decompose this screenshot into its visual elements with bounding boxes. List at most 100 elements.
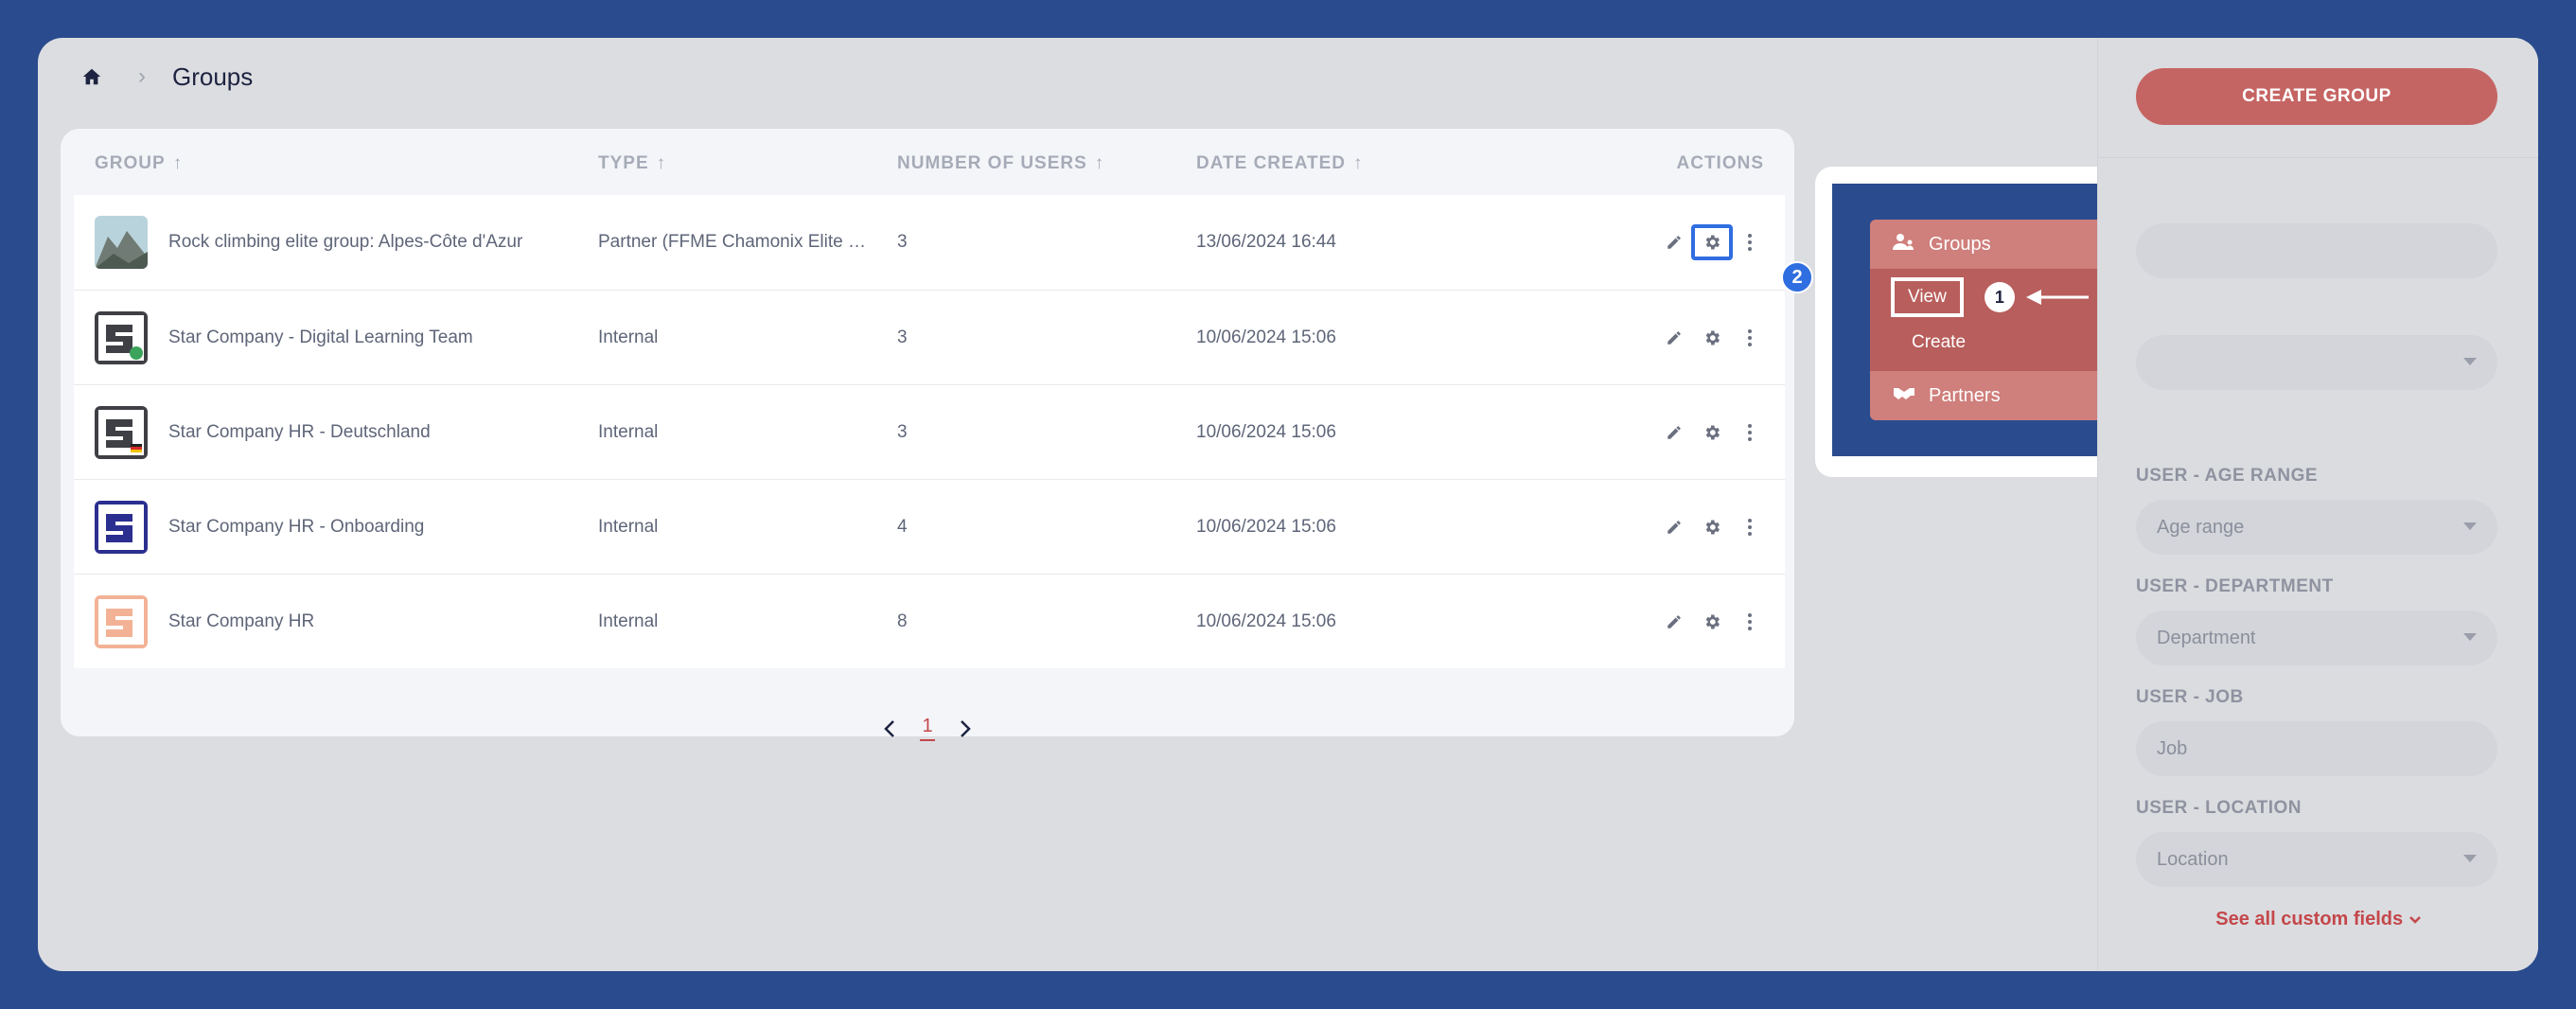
group-users-count: 3 [897, 422, 908, 442]
page-title: Groups [172, 62, 254, 91]
group-users-count: 8 [897, 611, 908, 631]
settings-gear-icon[interactable] [1702, 422, 1722, 443]
chevron-down-icon [2408, 909, 2422, 929]
table-body: Rock climbing elite group: Alpes-Côte d'… [74, 195, 1785, 668]
filter-select-location[interactable]: Location [2136, 832, 2497, 887]
group-date-created: 10/06/2024 15:06 [1196, 327, 1336, 347]
group-thumbnail-mountain [95, 216, 148, 269]
settings-gear-icon[interactable] [1702, 517, 1722, 538]
group-thumbnail-star-logo [95, 311, 148, 364]
group-users-count: 3 [897, 327, 908, 347]
group-type: Internal [598, 517, 659, 537]
filter-label-age: USER - AGE RANGE [2136, 466, 2319, 486]
column-header-group[interactable]: GROUP ↑ [95, 153, 183, 174]
settings-gear-icon[interactable] [1691, 224, 1733, 260]
create-group-button[interactable]: CREATE GROUP [2136, 68, 2497, 125]
column-header-label: GROUP [95, 153, 166, 173]
filter-input-job[interactable]: Job [2136, 721, 2497, 776]
row-actions [1664, 195, 1760, 290]
see-all-label: See all custom fields [2215, 909, 2404, 929]
filter-select-1[interactable] [2136, 335, 2497, 390]
group-date-created: 10/06/2024 15:06 [1196, 422, 1336, 442]
group-thumbnail-star-logo [95, 406, 148, 459]
column-header-date[interactable]: DATE CREATED ↑ [1196, 153, 1364, 174]
app-window: › Groups GROUP ↑ TYPE ↑ NUMBER OF USERS … [38, 38, 2538, 971]
table-row[interactable]: Star Company HR - Onboarding Internal 4 … [74, 479, 1785, 574]
row-actions [1664, 575, 1760, 669]
group-thumbnail-star-logo [95, 501, 148, 554]
sort-arrow-icon: ↑ [656, 153, 667, 173]
home-icon[interactable] [79, 64, 104, 89]
more-vertical-icon[interactable] [1739, 327, 1760, 348]
placeholder: Age range [2157, 517, 2245, 538]
panel-divider [2098, 157, 2538, 158]
column-header-users[interactable]: NUMBER OF USERS ↑ [897, 153, 1104, 174]
chevron-right-icon[interactable] [956, 719, 975, 738]
filter-panel: CREATE GROUP USER - AGE RANGE Age range … [2097, 38, 2538, 971]
pagination: 1 [61, 716, 1794, 741]
see-all-custom-fields-link[interactable]: See all custom fields [2098, 909, 2538, 930]
group-date-created: 13/06/2024 16:44 [1196, 232, 1336, 252]
users-group-icon [1893, 232, 1915, 257]
group-name[interactable]: Star Company - Digital Learning Team [168, 291, 473, 385]
filter-select-age[interactable]: Age range [2136, 500, 2497, 555]
sort-arrow-icon: ↑ [1094, 153, 1105, 173]
group-name[interactable]: Rock climbing elite group: Alpes-Côte d'… [168, 195, 522, 290]
page-number-current[interactable]: 1 [920, 716, 935, 741]
dropdown-caret-icon [2463, 633, 2477, 641]
more-vertical-icon[interactable] [1739, 611, 1760, 632]
breadcrumb-separator-icon: › [138, 63, 146, 89]
placeholder: Department [2157, 628, 2256, 648]
table-header: GROUP ↑ TYPE ↑ NUMBER OF USERS ↑ DATE CR… [74, 129, 1785, 195]
table-row[interactable]: Star Company HR Internal 8 10/06/2024 15… [74, 574, 1785, 668]
breadcrumb: › Groups [79, 61, 253, 93]
groups-table-card: GROUP ↑ TYPE ↑ NUMBER OF USERS ↑ DATE CR… [61, 129, 1813, 741]
settings-gear-icon[interactable] [1702, 611, 1722, 632]
row-actions [1664, 385, 1760, 480]
more-vertical-icon[interactable] [1739, 422, 1760, 443]
edit-pencil-icon[interactable] [1664, 517, 1685, 538]
placeholder: Job [2157, 738, 2188, 759]
menu-item-create-label: Create [1912, 332, 1967, 352]
row-actions [1664, 291, 1760, 385]
more-vertical-icon[interactable] [1739, 232, 1760, 253]
dropdown-caret-icon [2463, 522, 2477, 530]
column-header-type[interactable]: TYPE ↑ [598, 153, 666, 174]
column-header-label: DATE CREATED [1196, 153, 1347, 173]
more-vertical-icon[interactable] [1739, 517, 1760, 538]
filter-label-location: USER - LOCATION [2136, 798, 2302, 818]
handshake-icon [1893, 384, 1915, 407]
column-header-actions: ACTIONS [1677, 153, 1765, 174]
dropdown-caret-icon [2463, 358, 2477, 365]
filter-input-search[interactable] [2136, 223, 2497, 278]
step-1-badge: 1 [1984, 282, 2015, 312]
filter-label-department: USER - DEPARTMENT [2136, 576, 2334, 596]
arrow-left-icon [2024, 288, 2091, 307]
sort-arrow-icon: ↑ [172, 153, 184, 173]
group-name[interactable]: Star Company HR [168, 575, 314, 669]
chevron-left-icon[interactable] [880, 719, 899, 738]
menu-item-view-label: View [1891, 277, 1964, 317]
table-row[interactable]: Star Company - Digital Learning Team Int… [74, 290, 1785, 384]
column-header-label: ACTIONS [1676, 153, 1764, 173]
table-row[interactable]: Rock climbing elite group: Alpes-Côte d'… [74, 195, 1785, 290]
sort-arrow-icon: ↑ [1353, 153, 1364, 173]
group-date-created: 10/06/2024 15:06 [1196, 611, 1336, 631]
settings-gear-icon[interactable] [1702, 327, 1722, 348]
edit-pencil-icon[interactable] [1664, 232, 1685, 253]
group-users-count: 3 [897, 232, 908, 252]
table-row[interactable]: Star Company HR - Deutschland Internal 3… [74, 384, 1785, 479]
edit-pencil-icon[interactable] [1664, 327, 1685, 348]
group-name[interactable]: Star Company HR - Onboarding [168, 480, 424, 575]
row-actions [1664, 480, 1760, 575]
group-thumbnail-star-logo [95, 595, 148, 648]
group-name[interactable]: Star Company HR - Deutschland [168, 385, 431, 480]
placeholder: Location [2157, 849, 2229, 870]
filter-label-job: USER - JOB [2136, 687, 2244, 707]
step-2-badge: 2 [1781, 261, 1813, 293]
filter-select-department[interactable]: Department [2136, 611, 2497, 665]
group-type: Partner (FFME Chamonix Elite Climbing) [598, 232, 873, 252]
column-header-label: NUMBER OF USERS [897, 153, 1087, 173]
edit-pencil-icon[interactable] [1664, 611, 1685, 632]
edit-pencil-icon[interactable] [1664, 422, 1685, 443]
